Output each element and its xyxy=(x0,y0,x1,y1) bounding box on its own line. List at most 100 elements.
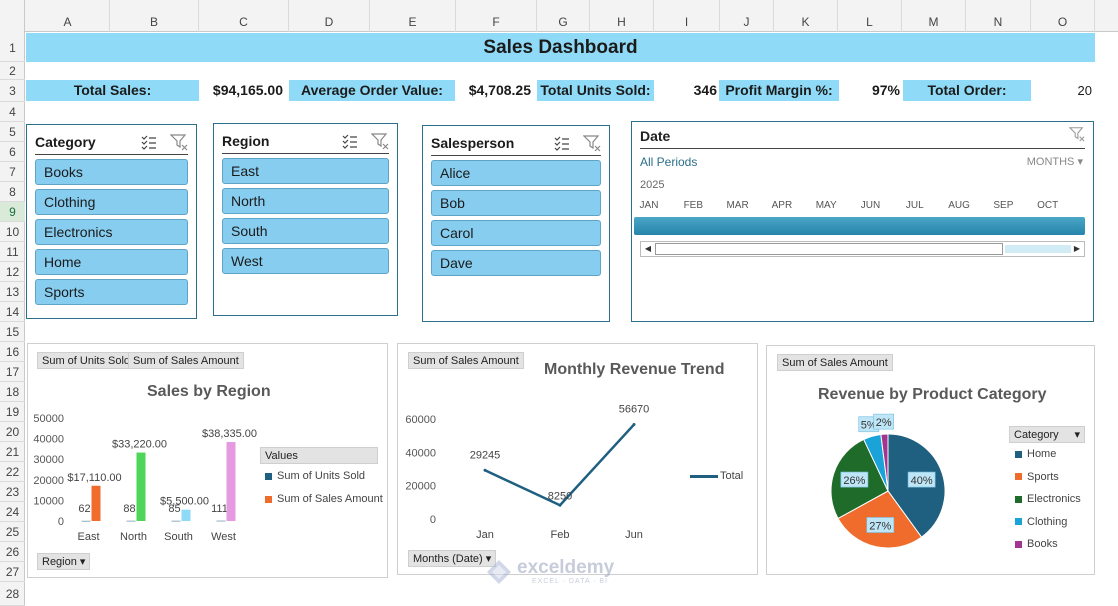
row-header-11[interactable]: 11 xyxy=(0,242,25,262)
slicer-item-clothing[interactable]: Clothing xyxy=(35,189,188,215)
row-header-3[interactable]: 3 xyxy=(0,80,25,102)
column-header-D[interactable]: D xyxy=(289,0,370,32)
bar-units-sold[interactable] xyxy=(171,520,181,522)
clear-filter-icon[interactable] xyxy=(1068,126,1085,147)
row-header-24[interactable]: 24 xyxy=(0,502,25,522)
row-header-12[interactable]: 12 xyxy=(0,262,25,282)
row-header-1[interactable]: 1 xyxy=(0,32,25,62)
row-header-9[interactable]: 9 xyxy=(0,202,25,222)
timeline-level-selector[interactable]: MONTHS ▾ xyxy=(1027,155,1083,168)
timeline-selection-bar[interactable] xyxy=(634,217,1085,235)
slicer-item-north[interactable]: North xyxy=(222,188,389,214)
multi-select-icon[interactable] xyxy=(140,133,158,151)
row-header-6[interactable]: 6 xyxy=(0,142,25,162)
column-header-C[interactable]: C xyxy=(199,0,289,32)
column-header-B[interactable]: B xyxy=(110,0,199,32)
slicer-item-dave[interactable]: Dave xyxy=(431,250,601,276)
chart-revenue-by-category[interactable]: Sum of Sales Amount Revenue by Product C… xyxy=(766,345,1095,575)
column-header-G[interactable]: G xyxy=(537,0,590,32)
row-header-2[interactable]: 2 xyxy=(0,62,25,80)
row-header-15[interactable]: 15 xyxy=(0,322,25,342)
column-header-J[interactable]: J xyxy=(720,0,774,32)
column-header-I[interactable]: I xyxy=(654,0,720,32)
column-header-K[interactable]: K xyxy=(774,0,838,32)
column-header-L[interactable]: L xyxy=(838,0,902,32)
column-header-O[interactable]: O xyxy=(1031,0,1095,32)
row-header-17[interactable]: 17 xyxy=(0,362,25,382)
scroll-left-icon[interactable]: ◀ xyxy=(641,242,655,256)
timeline-month-mar[interactable]: MAR xyxy=(718,200,758,211)
column-header-N[interactable]: N xyxy=(966,0,1031,32)
slicer-item-electronics[interactable]: Electronics xyxy=(35,219,188,245)
row-header-19[interactable]: 19 xyxy=(0,402,25,422)
row-header-10[interactable]: 10 xyxy=(0,222,25,242)
slicer-item-south[interactable]: South xyxy=(222,218,389,244)
row-header-5[interactable]: 5 xyxy=(0,122,25,142)
column-header-M[interactable]: M xyxy=(902,0,966,32)
timeline-month-jan[interactable]: JAN xyxy=(629,200,669,211)
y-tick-label: 40000 xyxy=(33,434,64,446)
row-header-7[interactable]: 7 xyxy=(0,162,25,182)
bar-units-sold[interactable] xyxy=(81,520,91,522)
timeline-month-feb[interactable]: FEB xyxy=(673,200,713,211)
timeline-month-sep[interactable]: SEP xyxy=(983,200,1023,211)
slicer-item-books[interactable]: Books xyxy=(35,159,188,185)
slicer-item-home[interactable]: Home xyxy=(35,249,188,275)
axis-button-region[interactable]: Region ▾ xyxy=(37,553,91,570)
axis-button-months[interactable]: Months (Date) ▾ xyxy=(408,550,497,567)
multi-select-icon[interactable] xyxy=(341,132,359,150)
bar-sales-amount[interactable] xyxy=(181,509,191,521)
row-header-4[interactable]: 4 xyxy=(0,102,25,122)
slicer-item-bob[interactable]: Bob xyxy=(431,190,601,216)
column-header-E[interactable]: E xyxy=(370,0,456,32)
column-header-H[interactable]: H xyxy=(590,0,654,32)
slicer-item-sports[interactable]: Sports xyxy=(35,279,188,305)
row-header-16[interactable]: 16 xyxy=(0,342,25,362)
slicer-item-carol[interactable]: Carol xyxy=(431,220,601,246)
timeline-month-jul[interactable]: JUL xyxy=(895,200,935,211)
timeline-scroll-thumb[interactable] xyxy=(655,243,1003,255)
line-point[interactable] xyxy=(632,423,636,427)
clear-filter-icon[interactable] xyxy=(169,133,188,151)
bar-sales-amount[interactable] xyxy=(226,442,236,521)
slicer-item-west[interactable]: West xyxy=(222,248,389,274)
x-tick-label: Jan xyxy=(476,529,494,541)
select-all-corner[interactable] xyxy=(0,0,25,32)
row-header-25[interactable]: 25 xyxy=(0,522,25,542)
clear-filter-icon[interactable] xyxy=(582,134,601,152)
row-header-28[interactable]: 28 xyxy=(0,582,25,606)
column-header-A[interactable]: A xyxy=(26,0,110,32)
bar-units-sold[interactable] xyxy=(216,520,226,522)
timeline-month-jun[interactable]: JUN xyxy=(851,200,891,211)
row-header-20[interactable]: 20 xyxy=(0,422,25,442)
row-header-22[interactable]: 22 xyxy=(0,462,25,482)
row-header-21[interactable]: 21 xyxy=(0,442,25,462)
data-label: 8250 xyxy=(548,490,572,502)
row-header-13[interactable]: 13 xyxy=(0,282,25,302)
bar-sales-amount[interactable] xyxy=(136,452,146,521)
timeline-month-may[interactable]: MAY xyxy=(806,200,846,211)
timeline-month-aug[interactable]: AUG xyxy=(939,200,979,211)
timeline-month-apr[interactable]: APR xyxy=(762,200,802,211)
line-point[interactable] xyxy=(558,503,562,507)
row-header-18[interactable]: 18 xyxy=(0,382,25,402)
multi-select-icon[interactable] xyxy=(553,134,571,152)
clear-filter-icon[interactable] xyxy=(370,132,389,150)
legend-title[interactable]: Category ▾ xyxy=(1009,426,1085,443)
scroll-right-icon[interactable]: ▶ xyxy=(1070,242,1084,256)
chart-sales-by-region[interactable]: Sum of Units Sold Sum of Sales Amount Sa… xyxy=(27,343,388,578)
row-header-26[interactable]: 26 xyxy=(0,542,25,562)
timeline-scrollbar[interactable]: ◀ ▶ xyxy=(640,241,1085,257)
bar-sales-amount[interactable] xyxy=(91,485,101,521)
bar-units-sold[interactable] xyxy=(126,520,136,522)
timeline-month-oct[interactable]: OCT xyxy=(1028,200,1068,211)
line-point[interactable] xyxy=(483,468,487,472)
row-header-23[interactable]: 23 xyxy=(0,482,25,502)
chart-monthly-revenue[interactable]: Sum of Sales Amount Monthly Revenue Tren… xyxy=(397,343,758,575)
slicer-item-alice[interactable]: Alice xyxy=(431,160,601,186)
row-header-14[interactable]: 14 xyxy=(0,302,25,322)
column-header-F[interactable]: F xyxy=(456,0,537,32)
slicer-item-east[interactable]: East xyxy=(222,158,389,184)
row-header-8[interactable]: 8 xyxy=(0,182,25,202)
row-header-27[interactable]: 27 xyxy=(0,562,25,582)
